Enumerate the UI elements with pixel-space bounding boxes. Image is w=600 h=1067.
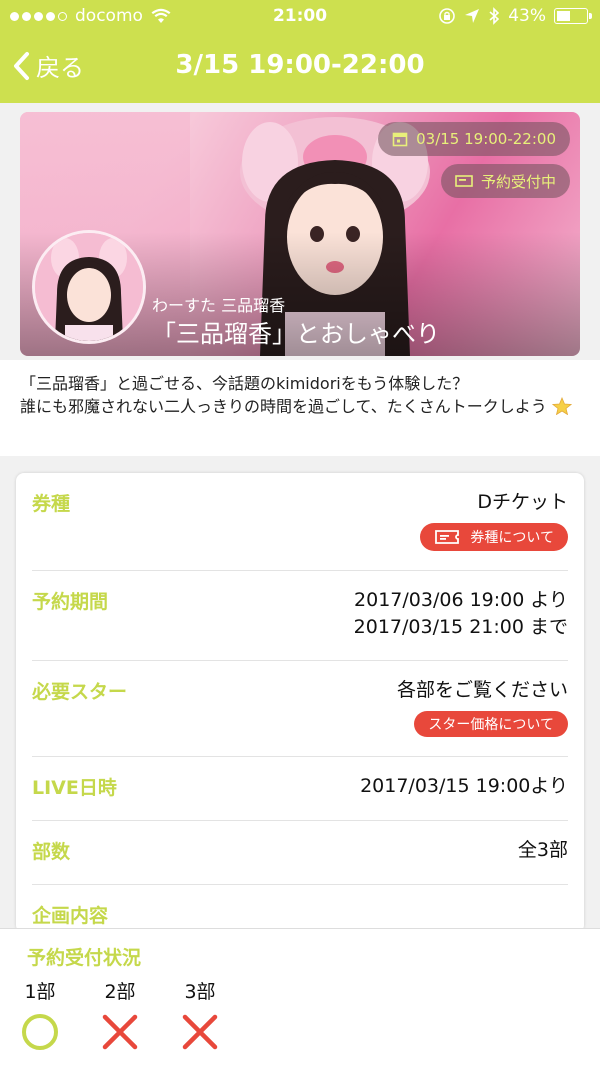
reservation-period-label: 予約期間 xyxy=(32,591,109,613)
ticket-type-info-button[interactable]: 券種について xyxy=(420,523,568,551)
reservation-period-end: 2017/03/15 21:00 まで xyxy=(353,616,568,638)
status-bar: docomo 21:00 43% xyxy=(0,0,600,34)
available-circle-icon xyxy=(10,1012,70,1052)
row-required-stars: 必要スター 各部をご覧ください スター価格について xyxy=(32,661,568,757)
ticket-type-value: Dチケット xyxy=(477,491,568,513)
nav-bar: 戻る 3/15 19:00-22:00 xyxy=(0,34,600,103)
avatar xyxy=(32,230,146,344)
ticket-icon xyxy=(455,175,473,187)
slot-part-2[interactable]: 2部 xyxy=(90,977,150,1052)
live-datetime-value: 2017/03/15 19:00より xyxy=(360,775,568,797)
slot-part-3[interactable]: 3部 xyxy=(170,977,230,1052)
ticket-type-label: 券種 xyxy=(32,493,71,515)
row-live-datetime: LIVE日時 2017/03/15 19:00より xyxy=(32,757,568,821)
reservation-status-pill: 予約受付中 xyxy=(440,164,570,198)
sparkle-icon xyxy=(551,396,572,416)
battery-icon xyxy=(554,8,592,24)
slot-name: 2部 xyxy=(104,981,136,1003)
date-pill-text: 03/15 19:00-22:00 xyxy=(416,130,556,148)
ticket-icon xyxy=(435,530,460,544)
availability-panel: 予約受付状況 1部 2部 3部 xyxy=(0,928,600,1067)
reservation-period-value: 2017/03/06 19:00 より 2017/03/15 21:00 まで xyxy=(354,587,568,641)
bluetooth-icon xyxy=(489,7,500,25)
status-right: 43% xyxy=(438,6,592,26)
parts-label: 部数 xyxy=(32,841,71,863)
slot-name: 3部 xyxy=(184,981,216,1003)
location-icon xyxy=(465,9,480,23)
star-price-info-button[interactable]: スター価格について xyxy=(414,711,568,737)
avatar-image xyxy=(35,233,143,341)
rotation-lock-icon xyxy=(439,8,456,24)
availability-title: 予約受付状況 xyxy=(27,947,142,969)
description-line-1: 「三品瑠香」と過ごせる、今話題のkimidoriをもう体験した？ xyxy=(20,374,469,393)
slot-name: 1部 xyxy=(24,981,56,1003)
row-ticket-type: 券種 Dチケット 券種について xyxy=(32,473,568,571)
plan-label: 企画内容 xyxy=(32,905,109,927)
parts-value: 全3部 xyxy=(517,839,568,861)
calendar-icon xyxy=(392,132,408,147)
event-info-card: 券種 Dチケット 券種について 予約期間 2017/03/06 19:00 より… xyxy=(16,473,584,933)
top-bar: docomo 21:00 43% 戻る 3/15 19:00-22:00 xyxy=(0,0,600,103)
row-plan: 企画内容 xyxy=(32,885,568,933)
row-reservation-period: 予約期間 2017/03/06 19:00 より 2017/03/15 21:0… xyxy=(32,571,568,661)
unavailable-cross-icon xyxy=(90,1012,150,1052)
live-datetime-label: LIVE日時 xyxy=(32,777,117,799)
reservation-period-start: 2017/03/06 19:00 より xyxy=(354,589,568,611)
hero-banner[interactable]: 03/15 19:00-22:00 予約受付中 わーすた 三品瑠香 「三品瑠香」… xyxy=(20,112,580,356)
reservation-status-text: 予約受付中 xyxy=(480,172,556,191)
page-title: 3/15 19:00-22:00 xyxy=(175,50,425,80)
event-description: 「三品瑠香」と過ごせる、今話題のkimidoriをもう体験した？ 誰にも邪魔され… xyxy=(0,360,600,456)
hero-title: 「三品瑠香」とおしゃべり xyxy=(152,320,440,348)
battery-percent: 43% xyxy=(508,6,546,26)
description-line-2: 誰にも邪魔されない二人っきりの時間を過ごして、たくさんトークしよう xyxy=(20,395,580,418)
required-stars-label: 必要スター xyxy=(32,681,128,703)
slot-part-1[interactable]: 1部 xyxy=(10,977,70,1052)
required-stars-value: 各部をご覧ください xyxy=(396,679,568,701)
hero-subtitle: わーすた 三品瑠香 xyxy=(152,296,286,315)
row-parts: 部数 全3部 xyxy=(32,821,568,885)
unavailable-cross-icon xyxy=(170,1012,230,1052)
description-line-2-text: 誰にも邪魔されない二人っきりの時間を過ごして、たくさんトークしよう xyxy=(20,397,547,416)
star-price-info-label: スター価格について xyxy=(428,717,554,733)
date-pill: 03/15 19:00-22:00 xyxy=(378,122,570,156)
ticket-type-info-label: 券種について xyxy=(470,530,554,546)
